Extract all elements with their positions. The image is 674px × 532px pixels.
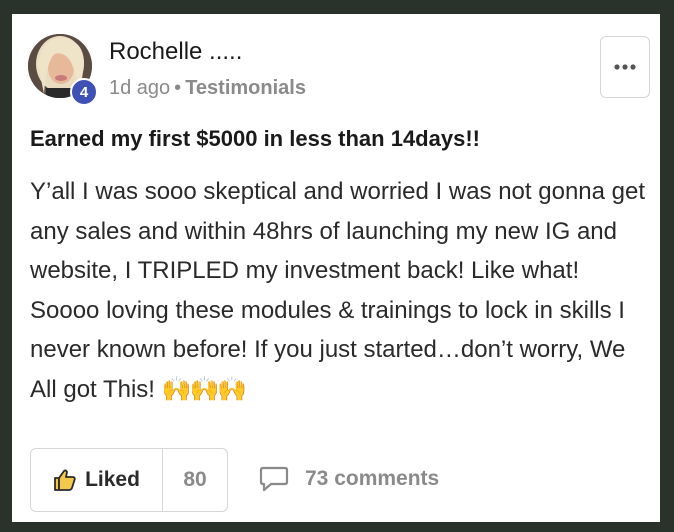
post-card: 4 Rochelle ..... 1d ago • Testimonials Ear… bbox=[12, 14, 660, 522]
comments-link[interactable]: 73 comments bbox=[259, 466, 439, 492]
comments-count-label: 73 comments bbox=[305, 467, 440, 490]
post-title[interactable]: Earned my first $5000 in less than 14day… bbox=[30, 126, 480, 152]
post-timestamp[interactable]: 1d ago bbox=[109, 77, 170, 99]
raising-hands-emoji: 🙌🙌🙌 bbox=[161, 375, 248, 403]
post-category[interactable]: Testimonials bbox=[185, 77, 306, 99]
like-group: Liked 80 bbox=[30, 448, 228, 512]
thumbs-up-icon bbox=[54, 469, 76, 491]
more-options-icon bbox=[614, 64, 636, 70]
post-body: Y’all I was sooo skeptical and worried I… bbox=[30, 172, 650, 409]
level-badge: 4 bbox=[70, 78, 98, 106]
post-body-text: Y’all I was sooo skeptical and worried I… bbox=[30, 178, 646, 403]
like-button[interactable]: Liked bbox=[31, 449, 163, 511]
post-meta: 1d ago • Testimonials bbox=[109, 77, 306, 100]
like-count[interactable]: 80 bbox=[163, 449, 227, 511]
author-name[interactable]: Rochelle ..... bbox=[109, 38, 242, 66]
like-label: Liked bbox=[85, 468, 140, 491]
meta-separator: • bbox=[174, 77, 182, 99]
comment-bubble-icon bbox=[259, 466, 289, 492]
more-options-button[interactable] bbox=[600, 36, 650, 98]
